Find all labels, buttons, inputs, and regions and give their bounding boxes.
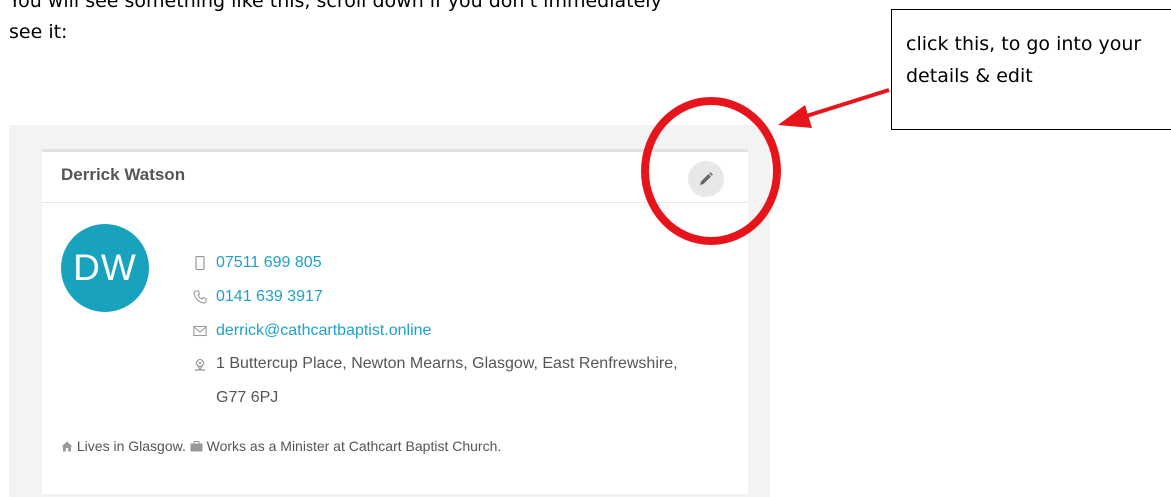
location-icon	[195, 358, 205, 371]
email-icon	[193, 325, 207, 337]
callout-box: click this, to go into your details & ed…	[891, 9, 1171, 130]
works-text: Works as a Minister at Cathcart Baptist …	[206, 438, 502, 454]
profile-name: Derrick Watson	[61, 165, 186, 184]
address-text: 1 Buttercup Place, Newton Mearns, Glasgo…	[216, 355, 678, 406]
phone-icon	[193, 290, 207, 304]
lives-text: Lives in Glasgow.	[76, 438, 186, 454]
card-header: Derrick Watson	[42, 152, 748, 203]
mobile-link[interactable]: 07511 699 805	[216, 246, 322, 280]
profile-panel: Derrick Watson DW 07511 699 805 0141 639…	[9, 125, 770, 497]
pointer-arrow-line	[799, 88, 890, 120]
phone-link[interactable]: 0141 639 3917	[216, 280, 323, 314]
pencil-icon	[700, 172, 713, 185]
home-icon	[61, 441, 73, 452]
callout-text: click this, to go into your details & ed…	[906, 33, 1142, 87]
profile-card: Derrick Watson DW 07511 699 805 0141 639…	[42, 149, 748, 494]
profile-summary: Lives in Glasgow. Works as a Minister at…	[61, 438, 501, 454]
avatar-initials: DW	[73, 247, 137, 288]
instruction-line-2: see it:	[9, 21, 68, 43]
mobile-icon	[195, 256, 205, 270]
avatar: DW	[61, 224, 149, 312]
email-link[interactable]: derrick@cathcartbaptist.online	[216, 314, 431, 348]
briefcase-icon	[190, 441, 203, 452]
instruction-line-1: You will see something like this, scroll…	[9, 0, 662, 12]
edit-button[interactable]	[688, 161, 724, 197]
pointer-arrow-head	[778, 105, 812, 128]
